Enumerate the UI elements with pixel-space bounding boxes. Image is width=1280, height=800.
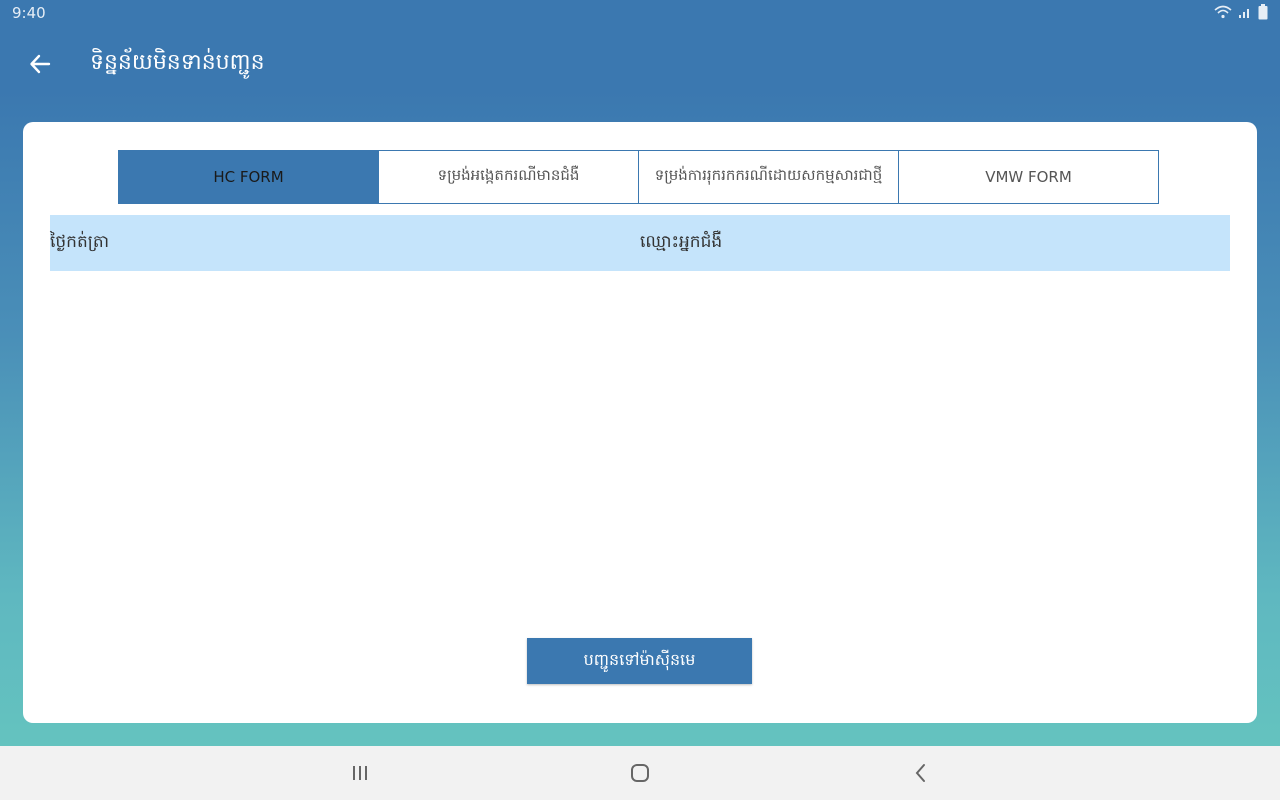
nav-back-button[interactable]	[906, 760, 936, 786]
column-header-patient-name: ឈ្មោះអ្នកជំងឺ	[640, 232, 723, 252]
home-icon	[631, 764, 649, 782]
tab-hc-form[interactable]: HC FORM	[118, 150, 379, 204]
battery-icon	[1258, 4, 1268, 20]
arrow-left-icon	[30, 54, 51, 74]
back-icon	[915, 764, 925, 782]
tab-case-investigation-form[interactable]: ទម្រង់អង្កេតករណីមានជំងឺ	[378, 150, 639, 204]
signal-icon	[1238, 5, 1252, 19]
app-toolbar: ទិន្នន័យមិនទាន់បញ្ជូន	[0, 28, 1280, 98]
content-card: HC FORM ទម្រង់អង្កេតករណីមានជំងឺ ទម្រង់កា…	[23, 122, 1257, 723]
table-header-row: ថ្ងៃកត់ត្រា ឈ្មោះអ្នកជំងឺ	[50, 215, 1230, 271]
recent-apps-icon	[353, 766, 367, 780]
back-button[interactable]	[22, 46, 58, 82]
home-button[interactable]	[625, 760, 655, 786]
recent-apps-button[interactable]	[345, 760, 375, 786]
column-header-record-date: ថ្ងៃកត់ត្រា	[50, 232, 110, 252]
form-tabs: HC FORM ទម្រង់អង្កេតករណីមានជំងឺ ទម្រង់កា…	[118, 150, 1162, 204]
system-nav-bar	[0, 746, 1280, 800]
status-bar: 9:40	[0, 0, 1280, 28]
status-time: 9:40	[12, 4, 46, 22]
tab-reactive-case-detection-form[interactable]: ទម្រង់ការរុករកករណីដោយសកម្មសារជាថ្មី	[638, 150, 899, 204]
wifi-icon	[1214, 5, 1232, 19]
send-to-server-button[interactable]: បញ្ជូនទៅម៉ាស៊ីនមេ	[527, 638, 752, 684]
tab-vmw-form[interactable]: VMW FORM	[898, 150, 1159, 204]
status-icons	[1214, 4, 1268, 20]
page-title: ទិន្នន័យមិនទាន់បញ្ជូន	[90, 50, 265, 75]
